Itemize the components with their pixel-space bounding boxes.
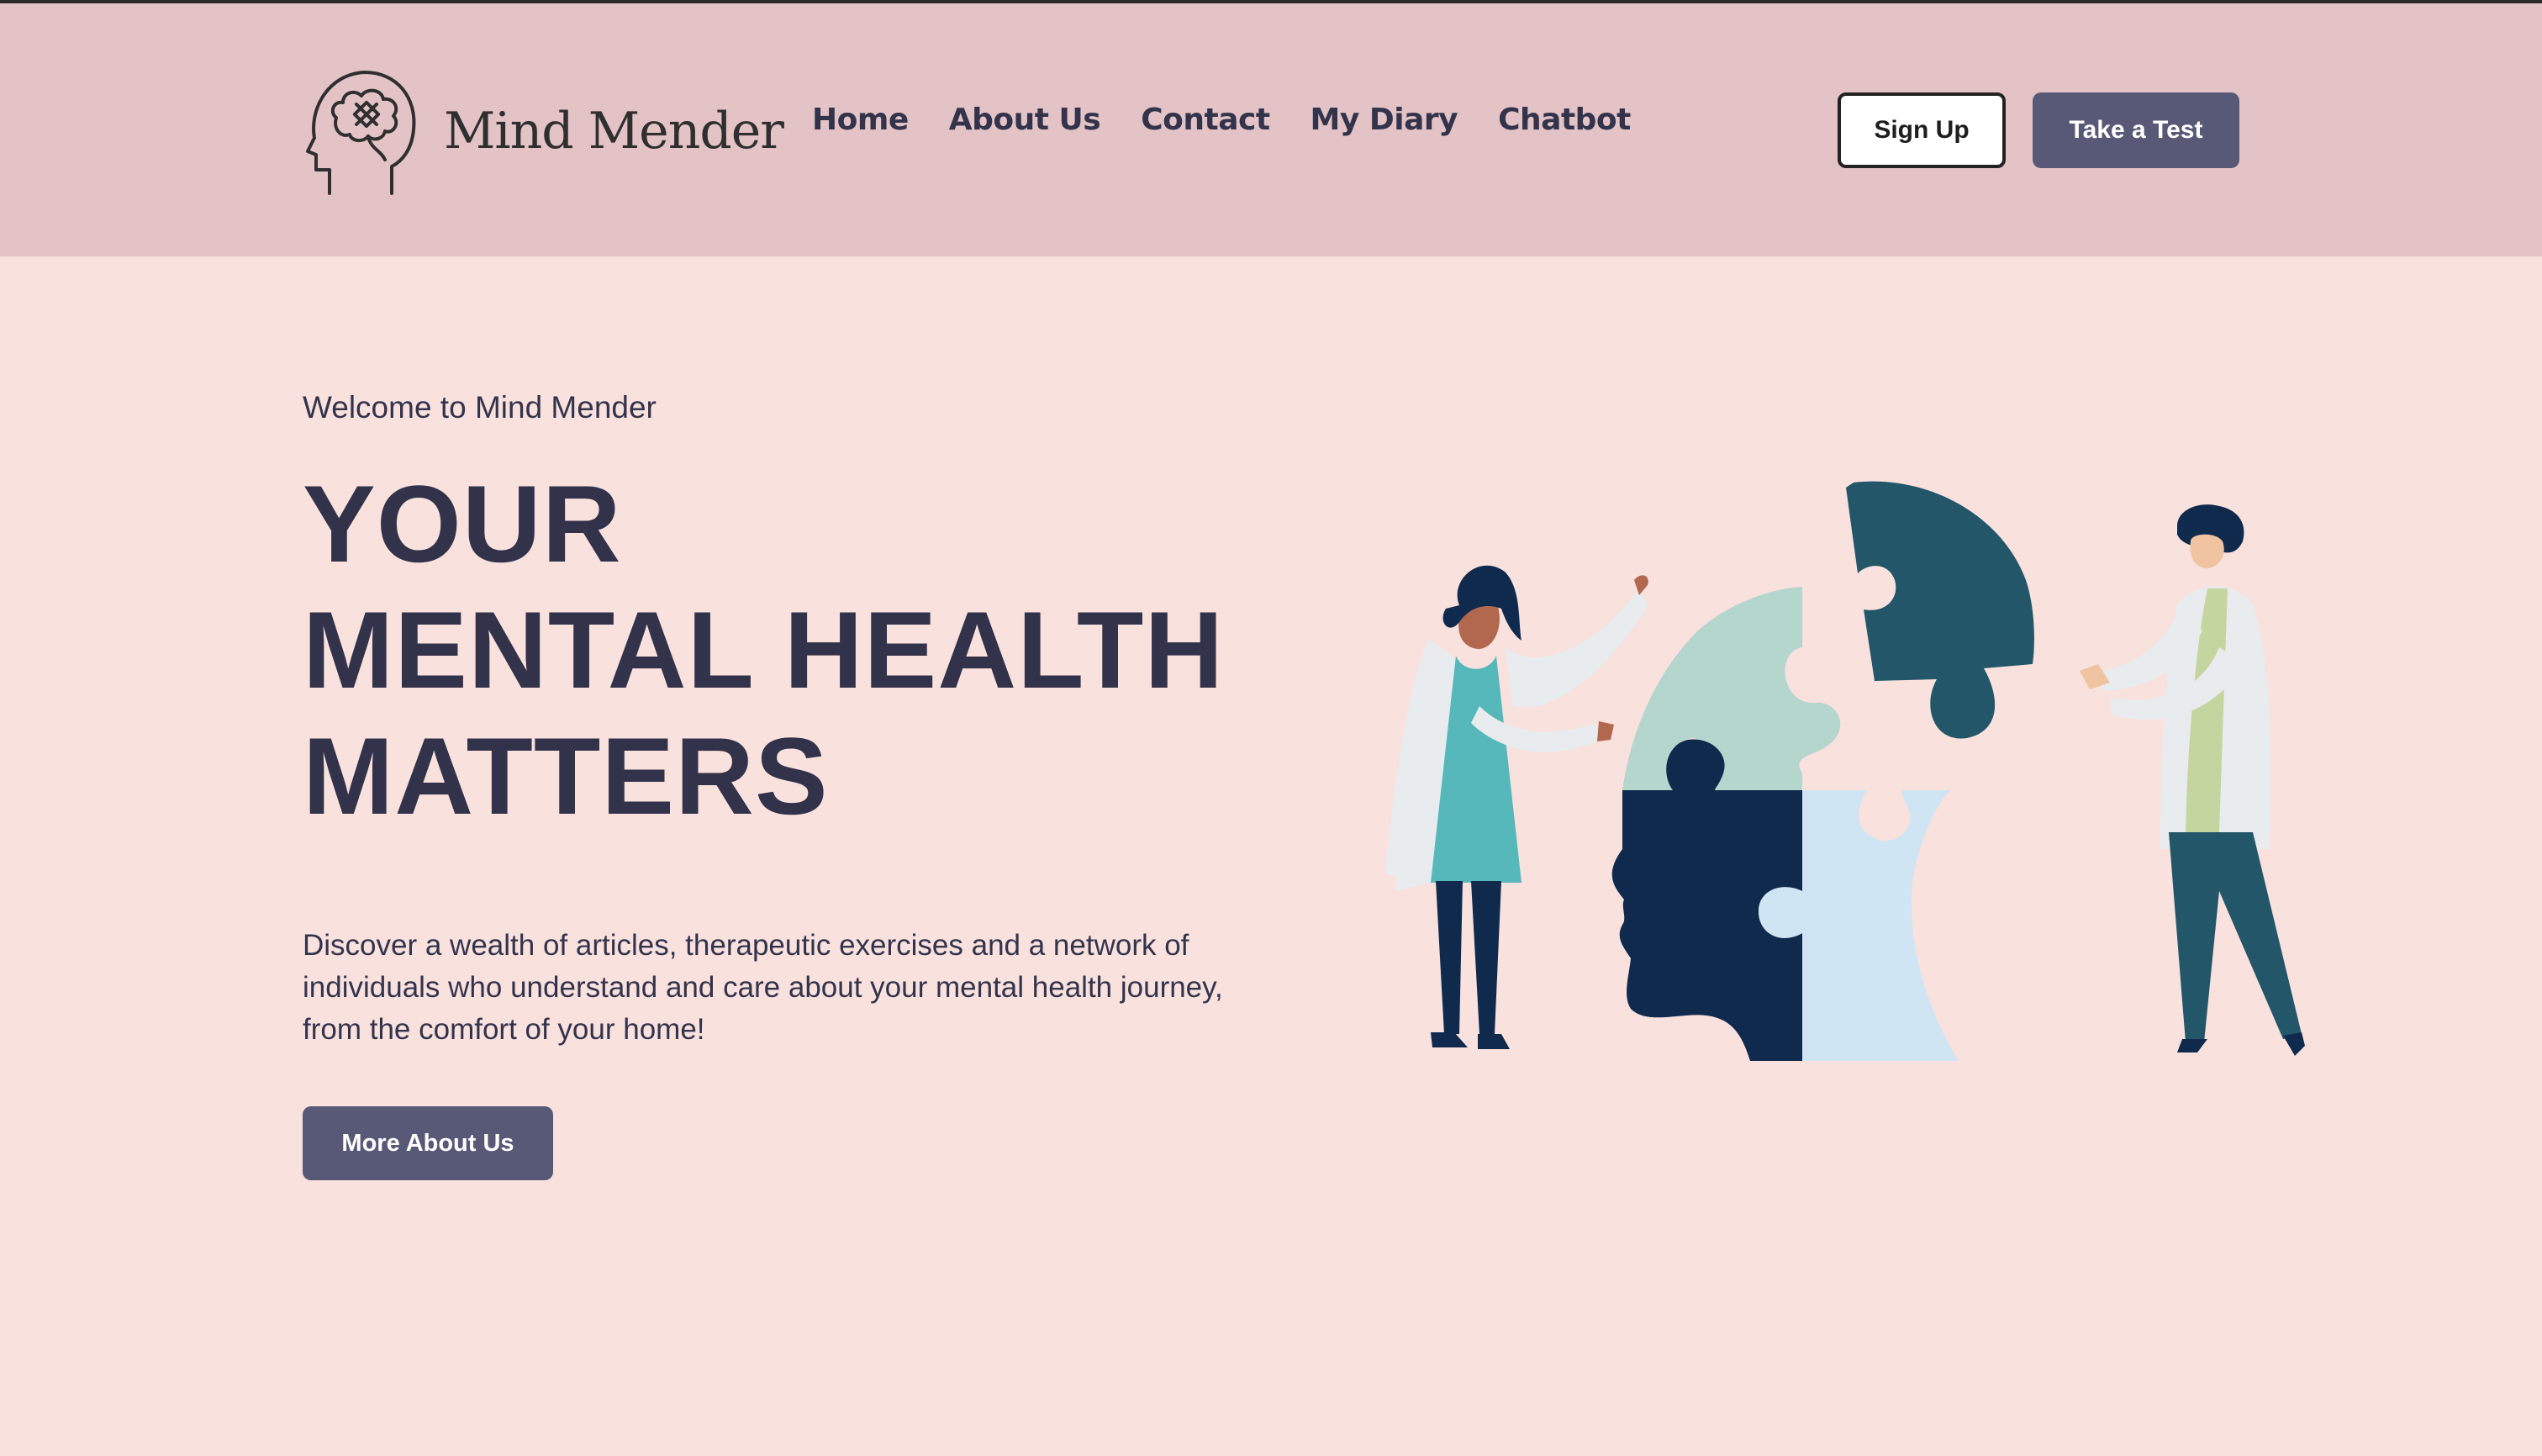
more-about-us-button[interactable]: More About Us bbox=[303, 1106, 553, 1180]
hero-description: Discover a wealth of articles, therapeut… bbox=[303, 929, 1223, 1046]
hero-welcome-text: Welcome to Mind Mender bbox=[303, 390, 657, 425]
head-puzzle-illustration bbox=[1385, 481, 2305, 1061]
nav-chatbot[interactable]: Chatbot bbox=[1498, 103, 1631, 137]
brand-logo[interactable]: Mind Mender bbox=[304, 67, 784, 195]
take-a-test-button[interactable]: Take a Test bbox=[2033, 92, 2239, 168]
woman-figure bbox=[1385, 565, 1648, 1049]
headline-line-3: MATTERS bbox=[303, 715, 829, 837]
nav-about-us[interactable]: About Us bbox=[949, 103, 1101, 137]
man-figure bbox=[2080, 504, 2305, 1056]
brand-name: Mind Mender bbox=[444, 102, 784, 161]
puzzle-piece-teal bbox=[1846, 481, 2034, 739]
headline-line-2: MENTAL HEALTH bbox=[303, 588, 1225, 711]
nav-contact[interactable]: Contact bbox=[1141, 103, 1270, 137]
site-header: Mind Mender Home About Us Contact My Dia… bbox=[0, 3, 2542, 256]
main-nav: Home About Us Contact My Diary Chatbot bbox=[812, 103, 1631, 137]
hero-headline: YOUR MENTAL HEALTH MATTERS bbox=[303, 461, 1224, 839]
nav-home[interactable]: Home bbox=[812, 103, 909, 137]
nav-my-diary[interactable]: My Diary bbox=[1311, 103, 1458, 137]
sign-up-button[interactable]: Sign Up bbox=[1838, 92, 2006, 168]
headline-line-1: YOUR bbox=[303, 462, 622, 585]
head-brain-bandage-icon bbox=[306, 71, 416, 195]
